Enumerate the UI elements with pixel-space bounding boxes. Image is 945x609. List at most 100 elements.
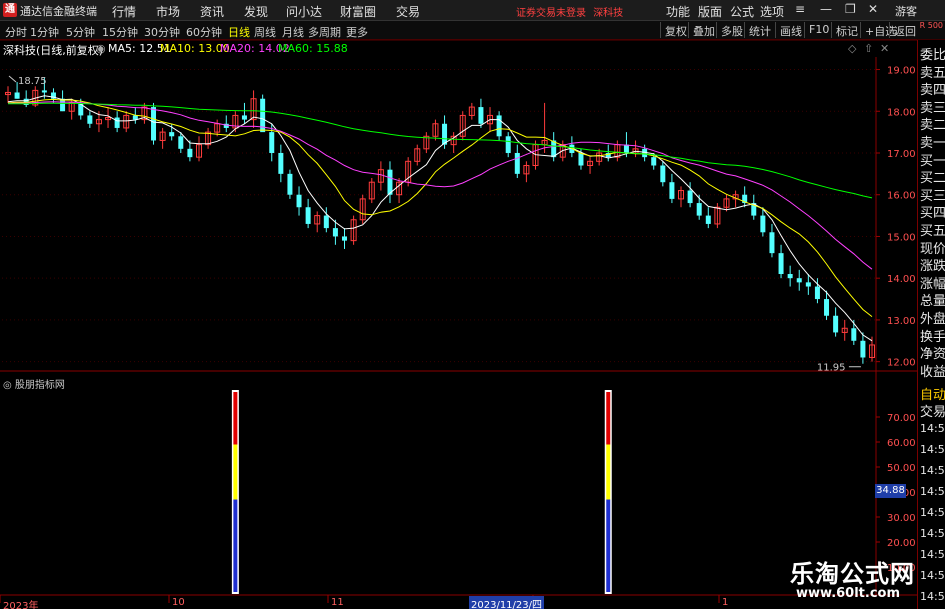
trade-time-1: 14:56 bbox=[920, 443, 945, 456]
quote-label-2: 卖四 bbox=[920, 83, 945, 99]
candle-body-down bbox=[760, 215, 766, 233]
chart-canvas[interactable]: 19.00 18.00 17.00 16.00 15.00 14.00 13.00 12.00… bbox=[0, 0, 917, 609]
candle-body-down bbox=[287, 173, 293, 195]
high-annotation: 18.75 bbox=[18, 76, 47, 87]
candle-body-down bbox=[623, 144, 629, 153]
price-tick-label: 12.00 bbox=[887, 358, 916, 369]
signal-bar-segment bbox=[606, 499, 611, 592]
candle-body-down bbox=[332, 228, 338, 237]
trade-time-5: 14:56 bbox=[920, 527, 945, 540]
candle-body-down bbox=[278, 152, 284, 174]
signal-bar-segment bbox=[233, 499, 238, 592]
signal-bar-segment bbox=[606, 444, 611, 500]
candle-body-down bbox=[187, 148, 193, 158]
quote-panel: 委比 卖五 卖四 卖三 卖二 卖一 买一 买二 买三 买四 买五 现价 涨跌 涨幅 总量 外盘 换手 净资 收益 自动… bbox=[917, 40, 945, 609]
quote-label-5: 卖一 bbox=[920, 136, 945, 151]
candle-body-down bbox=[114, 117, 120, 128]
quote-label-9: 买四 bbox=[920, 206, 945, 222]
price-tick-label: 16.00 bbox=[887, 191, 916, 202]
candle-body-down bbox=[514, 152, 520, 174]
candle-body-down bbox=[87, 115, 93, 124]
candle-body-down bbox=[769, 232, 775, 254]
quote-label-0: 委比 bbox=[920, 48, 945, 63]
trade-time-7: 14:56 bbox=[920, 569, 945, 582]
quote-label-18: 收益 bbox=[920, 364, 945, 380]
quote-label-3: 卖三 bbox=[920, 100, 945, 116]
quote-label-15: 外盘 bbox=[920, 312, 945, 327]
quote-label-8: 买三 bbox=[920, 188, 945, 204]
candle-body-down bbox=[41, 90, 47, 93]
candle-body-down bbox=[178, 136, 184, 149]
ma-line-ma20 bbox=[7, 101, 873, 270]
candle-body-down bbox=[305, 207, 311, 224]
price-tick-label: 18.00 bbox=[887, 107, 916, 118]
quote-label-10: 买五 bbox=[920, 224, 945, 239]
indicator-tick-label: 70.00 bbox=[887, 413, 916, 424]
candle-body-down bbox=[505, 136, 511, 153]
quote-label-13: 涨幅 bbox=[920, 276, 945, 292]
settings-circle-icon[interactable]: ◎ bbox=[3, 380, 12, 391]
value-cursor-label: 34.88 bbox=[875, 484, 906, 498]
trade-time-4: 14:56 bbox=[920, 506, 945, 519]
watermark-title: 乐淘公式网 bbox=[790, 560, 915, 588]
candle-body-down bbox=[814, 286, 820, 300]
quote-label-7: 买二 bbox=[920, 171, 945, 187]
candle-body-down bbox=[860, 340, 866, 358]
date-label-4: 1 bbox=[722, 597, 729, 608]
signal-bar-segment bbox=[606, 392, 611, 445]
candle-body-down bbox=[269, 132, 275, 153]
watermark-url: www.60lt.com bbox=[796, 586, 901, 601]
candle-body-down bbox=[660, 165, 666, 183]
trade-time-0: 14:56 bbox=[920, 422, 945, 435]
candle-body-down bbox=[132, 115, 138, 120]
quote-label-6: 买一 bbox=[920, 153, 945, 169]
candle-body-down bbox=[578, 152, 584, 166]
ma-line-ma10 bbox=[7, 98, 873, 317]
trade-time-3: 14:56 bbox=[920, 485, 945, 498]
signal-bar-segment bbox=[233, 392, 238, 445]
candle-body-down bbox=[478, 107, 484, 124]
trade-time-2: 14:56 bbox=[920, 464, 945, 477]
candle-body-down bbox=[833, 315, 839, 333]
candle-body-down bbox=[669, 182, 675, 199]
indicator-tick-label: 30.00 bbox=[887, 513, 916, 524]
quote-label-12: 涨跌 bbox=[920, 259, 945, 275]
signal-bar-segment bbox=[233, 444, 238, 500]
candle-body-down bbox=[805, 282, 811, 287]
candle-body-down bbox=[323, 215, 329, 229]
candle-body-down bbox=[241, 115, 247, 120]
indicator-title[interactable]: ◎ 股朋指标网 bbox=[3, 376, 65, 391]
quote-label-16: 换手 bbox=[920, 329, 945, 345]
quote-label-20[interactable]: 交易 bbox=[920, 401, 945, 420]
quote-label-17: 净资 bbox=[920, 347, 945, 363]
high-marker-arrow bbox=[8, 75, 17, 83]
candle-body-down bbox=[60, 98, 66, 112]
indicator-name: 股朋指标网 bbox=[14, 380, 65, 391]
trade-time-8: 14:56 bbox=[920, 590, 945, 603]
quote-label-14: 总量 bbox=[920, 294, 945, 310]
candle-body-down bbox=[824, 299, 830, 316]
low-annotation: 11.95 bbox=[817, 363, 846, 374]
ma-line-ma5 bbox=[7, 95, 873, 342]
candle-body-down bbox=[705, 215, 711, 224]
candle-body-down bbox=[778, 253, 784, 275]
trade-time-6: 14:56 bbox=[920, 548, 945, 561]
price-tick-label: 13.00 bbox=[887, 316, 916, 327]
candle-body-down bbox=[651, 157, 657, 166]
price-tick-label: 17.00 bbox=[887, 149, 916, 160]
indicator-tick-label: 60.00 bbox=[887, 438, 916, 449]
rank-badge: R 500 bbox=[919, 21, 943, 30]
candle-body-down bbox=[14, 92, 20, 99]
candle-body-down bbox=[787, 274, 793, 279]
candle-body-down bbox=[169, 132, 175, 137]
price-tick-label: 19.00 bbox=[887, 66, 916, 77]
date-cursor-label: 2023/11/23/四 bbox=[469, 596, 545, 609]
date-label-2: 11 bbox=[331, 597, 344, 608]
indicator-tick-label: 50.00 bbox=[887, 463, 916, 474]
candle-body-down bbox=[151, 107, 157, 141]
candle-body-down bbox=[296, 194, 302, 208]
indicator-tick-label: 20.00 bbox=[887, 538, 916, 549]
price-tick-label: 15.00 bbox=[887, 232, 916, 243]
candle-body-down bbox=[696, 203, 702, 216]
candle-body-down bbox=[796, 278, 802, 283]
